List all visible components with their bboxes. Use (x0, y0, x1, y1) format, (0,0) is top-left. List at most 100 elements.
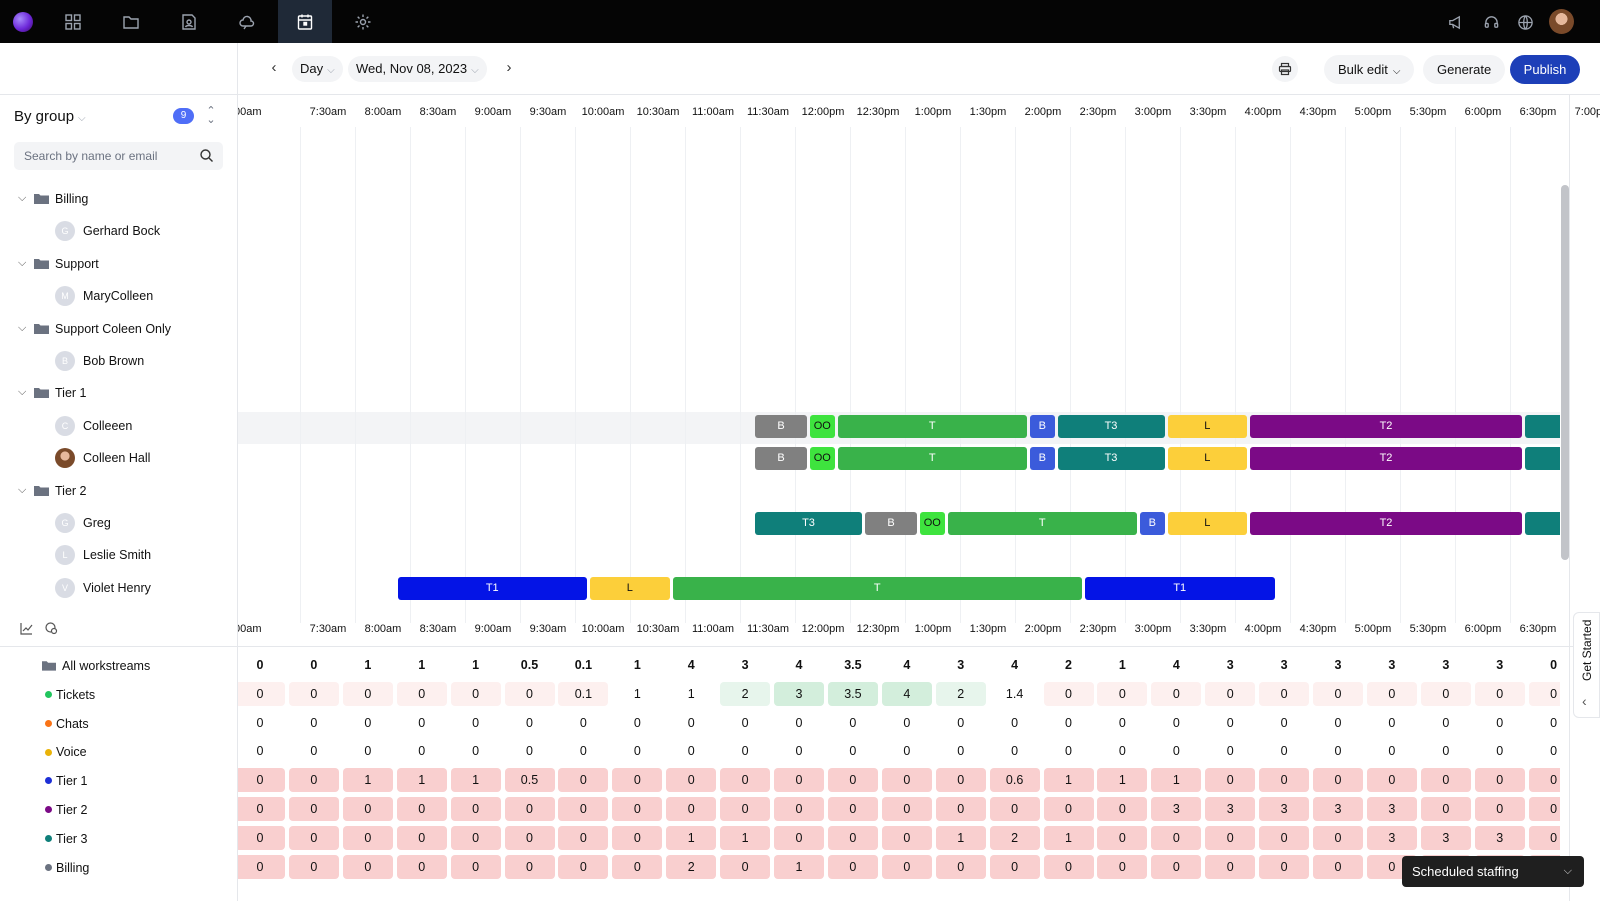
print-button[interactable] (1272, 56, 1298, 82)
chevron-down-icon: ⌵ (327, 65, 335, 76)
workstream-name: Chats (56, 716, 89, 731)
group-row[interactable]: ⌵ Tier 2 (0, 476, 238, 509)
stat-cell: 2 (935, 681, 986, 706)
next-day-button[interactable]: › (501, 60, 517, 76)
shift-block[interactable]: T (837, 415, 1027, 438)
stat-cell: 0 (1280, 744, 1288, 759)
get-started-tab[interactable]: Get Started ‹ (1573, 612, 1600, 718)
group-by-dropdown[interactable]: By group ⌵ (14, 108, 86, 125)
stat-cell: 0 (795, 744, 803, 759)
stat-cell: 0 (1118, 744, 1126, 759)
stat-cell: 0 (827, 854, 878, 879)
previous-day-button[interactable]: ‹ (266, 60, 282, 76)
generate-button[interactable]: Generate (1423, 55, 1506, 84)
files-nav-button[interactable] (104, 0, 158, 43)
chart-icon[interactable] (20, 622, 33, 640)
group-row[interactable]: ⌵ Support (0, 249, 238, 282)
group-row[interactable]: ⌵ Tier 1 (0, 378, 238, 411)
stat-cell: 0 (1528, 681, 1560, 706)
contacts-nav-button[interactable] (162, 0, 216, 43)
agent-row[interactable]: B Bob Brown (0, 346, 238, 379)
stat-cell: 0 (633, 744, 641, 759)
view-mode-dropdown[interactable]: Day ⌵ (292, 56, 343, 82)
agent-row[interactable]: G Gerhard Bock (0, 216, 238, 249)
stat-cell: 0 (827, 768, 878, 793)
agent-row[interactable]: V Violet Henry (0, 573, 238, 606)
settings-nav-button[interactable] (336, 0, 390, 43)
shift-block[interactable]: OO (920, 512, 945, 536)
stats-header-time-label: 2:30pm (1079, 623, 1117, 635)
schedule-grid: BOOTBT3LT2T3BOOTBT3LT2T3T3BOOTBLT2T3T1LT… (238, 127, 1560, 623)
shift-block[interactable]: T3 (1057, 447, 1165, 471)
shift-block[interactable]: OO (810, 447, 835, 471)
shift-block[interactable]: L (1167, 447, 1247, 471)
header-time-label: 2:00pm (1024, 106, 1062, 118)
settings-overlay-icon[interactable] (45, 622, 58, 640)
group-row[interactable]: ⌵ Support Coleen Only (0, 314, 238, 347)
agent-row[interactable]: L Leslie Smith (0, 540, 238, 573)
group-name: Support (55, 256, 99, 271)
date-picker[interactable]: Wed, Nov 08, 2023 ⌵ (348, 56, 487, 82)
app-logo[interactable] (13, 12, 33, 32)
chevron-down-icon[interactable]: ⌵ (18, 484, 28, 497)
shift-block[interactable]: L (1167, 415, 1247, 438)
shift-block[interactable]: T (672, 577, 1082, 600)
dashboard-nav-button[interactable] (46, 0, 100, 43)
publish-button[interactable]: Publish (1510, 55, 1580, 84)
staffing-type-dropdown[interactable]: Scheduled staffing ⌵ (1402, 856, 1584, 887)
announcements-button[interactable] (1445, 12, 1465, 32)
shift-block[interactable]: T3 (1525, 415, 1560, 438)
chevron-down-icon[interactable]: ⌵ (18, 322, 28, 335)
shift-block[interactable]: L (1167, 512, 1247, 536)
support-button[interactable] (1481, 12, 1501, 32)
stat-cell: 0 (310, 658, 318, 672)
stat-cell: 4 (795, 658, 803, 672)
bulk-edit-button[interactable]: Bulk edit ⌵ (1324, 55, 1415, 84)
shift-block[interactable]: B (1030, 447, 1055, 471)
chevron-down-icon[interactable]: ⌵ (18, 257, 28, 270)
cloud-icon (239, 15, 255, 29)
shift-block[interactable]: T1 (1085, 577, 1275, 600)
shift-block[interactable]: L (590, 577, 670, 600)
chevron-down-icon[interactable]: ⌵ (18, 192, 28, 205)
shift-block[interactable]: T (947, 512, 1137, 536)
shift-block[interactable]: B (865, 512, 917, 536)
agent-row[interactable]: C Colleeen (0, 411, 238, 444)
shift-block[interactable]: T (837, 447, 1027, 471)
shift-block[interactable]: T2 (1250, 447, 1522, 471)
shift-block[interactable]: B (755, 415, 807, 438)
search-icon[interactable] (199, 148, 214, 163)
shift-block[interactable]: T2 (1250, 512, 1522, 536)
stat-cell: 1 (720, 825, 771, 850)
shift-block[interactable]: B (755, 447, 807, 471)
shift-block[interactable]: T2 (1250, 415, 1522, 438)
vertical-scrollbar[interactable] (1561, 185, 1569, 560)
shift-block[interactable]: T3 (1525, 447, 1560, 471)
stat-cell: 0 (238, 854, 285, 879)
stat-cell: 0 (1043, 854, 1094, 879)
agent-row[interactable]: G Greg (0, 508, 238, 541)
language-button[interactable] (1515, 12, 1535, 32)
workstream-label: Chats (45, 717, 89, 731)
shift-block[interactable]: OO (810, 415, 835, 438)
group-row[interactable]: ⌵ Billing (0, 184, 238, 217)
stat-cell: 0 (1043, 681, 1094, 706)
shift-block[interactable]: B (1140, 512, 1165, 536)
stat-cell: 0 (238, 825, 285, 850)
collapse-all-icon[interactable]: ⌃ ⌄ (206, 106, 216, 126)
shift-block[interactable]: T3 (1057, 415, 1165, 438)
shift-block[interactable]: B (1030, 415, 1055, 438)
user-avatar[interactable] (1549, 9, 1574, 34)
agent-row[interactable]: Colleen Hall (0, 443, 238, 476)
shift-block[interactable]: T3 (1525, 512, 1560, 536)
shift-block[interactable]: T3 (755, 512, 862, 536)
stat-cell: 0 (1065, 744, 1072, 759)
cloud-nav-button[interactable] (220, 0, 274, 43)
search-input[interactable] (14, 142, 184, 170)
group-name: Tier 2 (55, 483, 87, 498)
agent-row[interactable]: M MaryColleen (0, 281, 238, 314)
stat-cell: 3 (1334, 658, 1342, 672)
chevron-down-icon[interactable]: ⌵ (18, 386, 28, 399)
shift-block[interactable]: T1 (397, 577, 587, 600)
calendar-nav-button[interactable] (278, 0, 332, 43)
